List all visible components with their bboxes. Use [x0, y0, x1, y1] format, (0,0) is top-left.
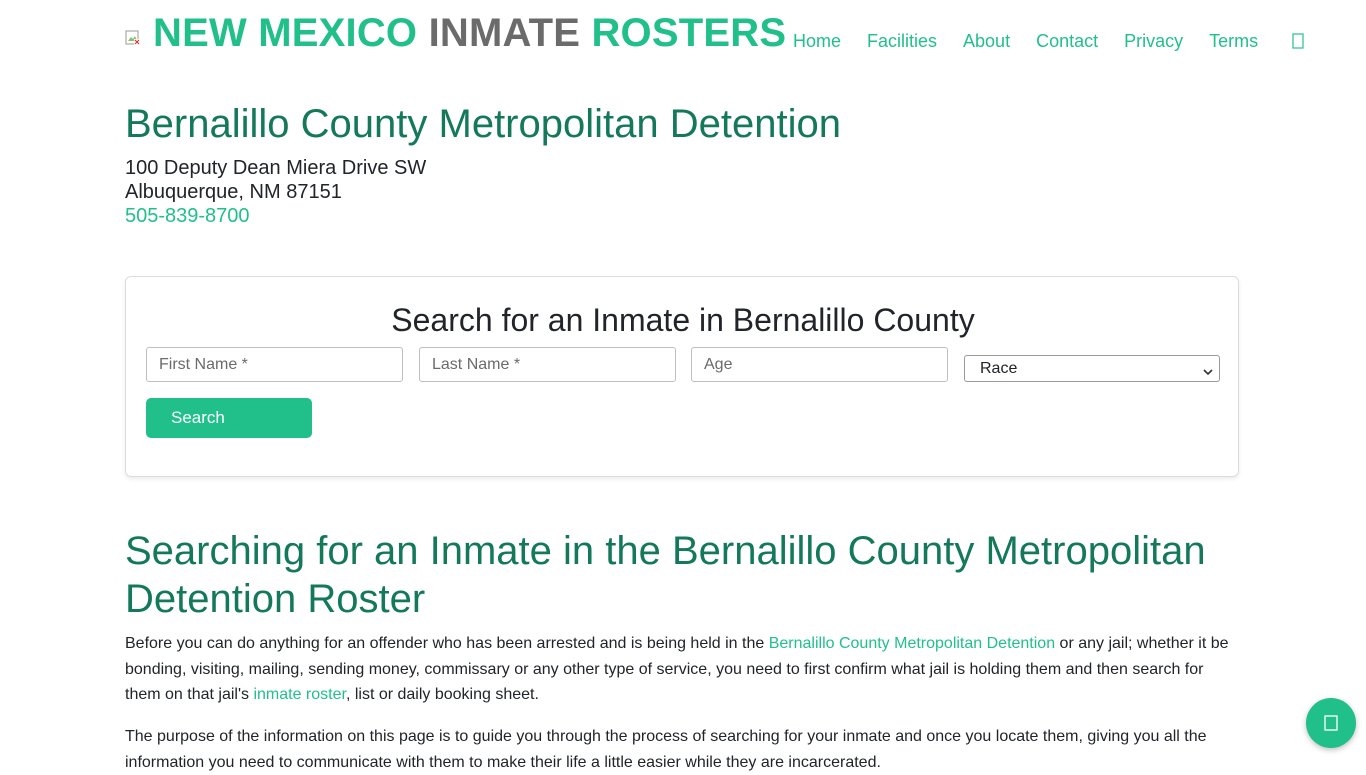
nav-about[interactable]: About	[963, 30, 1010, 52]
site-header: NEW MEXICO INMATE ROSTERS Home Facilitie…	[0, 0, 1366, 72]
first-name-input[interactable]	[146, 347, 403, 382]
brand-word-rosters: ROSTERS	[591, 11, 787, 55]
nav-contact[interactable]: Contact	[1036, 30, 1098, 52]
site-brand[interactable]: NEW MEXICO INMATE ROSTERS	[153, 10, 786, 56]
facility-phone-link[interactable]: 505-839-8700	[125, 205, 250, 227]
main-nav: Home Facilities About Contact Privacy Te…	[793, 30, 1304, 52]
search-card-title: Search for an Inmate in Bernalillo Count…	[391, 302, 975, 338]
search-button[interactable]: Search	[146, 398, 312, 438]
last-name-input[interactable]	[419, 347, 676, 382]
article-paragraph-1: Before you can do anything for an offend…	[125, 631, 1241, 708]
brand-word-state: NEW MEXICO	[153, 11, 418, 55]
nav-privacy[interactable]: Privacy	[1124, 30, 1183, 52]
facility-inline-link[interactable]: Bernalillo County Metropolitan Detention	[769, 635, 1055, 652]
facility-title: Bernalillo County Metropolitan Detention	[125, 102, 841, 146]
article-heading: Searching for an Inmate in the Bernalill…	[125, 529, 1206, 621]
chat-icon	[1324, 715, 1338, 731]
race-select[interactable]: Race	[964, 355, 1220, 382]
broken-image-icon[interactable]	[125, 30, 141, 46]
search-icon[interactable]	[1292, 33, 1304, 49]
chevron-down-icon	[1203, 364, 1213, 376]
p1-text-end: , list or daily booking sheet.	[345, 686, 539, 703]
article-paragraph-2: The purpose of the information on this p…	[125, 728, 1207, 771]
p1-text-start: Before you can do anything for an offend…	[125, 635, 769, 652]
nav-facilities[interactable]: Facilities	[867, 30, 937, 52]
facility-address: 100 Deputy Dean Miera Drive SW Albuquerq…	[125, 156, 426, 228]
address-line-2: Albuquerque, NM 87151	[125, 181, 342, 203]
race-select-value: Race	[980, 359, 1018, 377]
nav-terms[interactable]: Terms	[1209, 30, 1258, 52]
age-input[interactable]	[691, 347, 948, 382]
nav-home[interactable]: Home	[793, 30, 841, 52]
chat-button[interactable]	[1306, 698, 1356, 748]
address-line-1: 100 Deputy Dean Miera Drive SW	[125, 157, 427, 179]
inmate-roster-link[interactable]: inmate roster	[253, 686, 345, 703]
brand-word-inmate: INMATE	[428, 11, 581, 55]
